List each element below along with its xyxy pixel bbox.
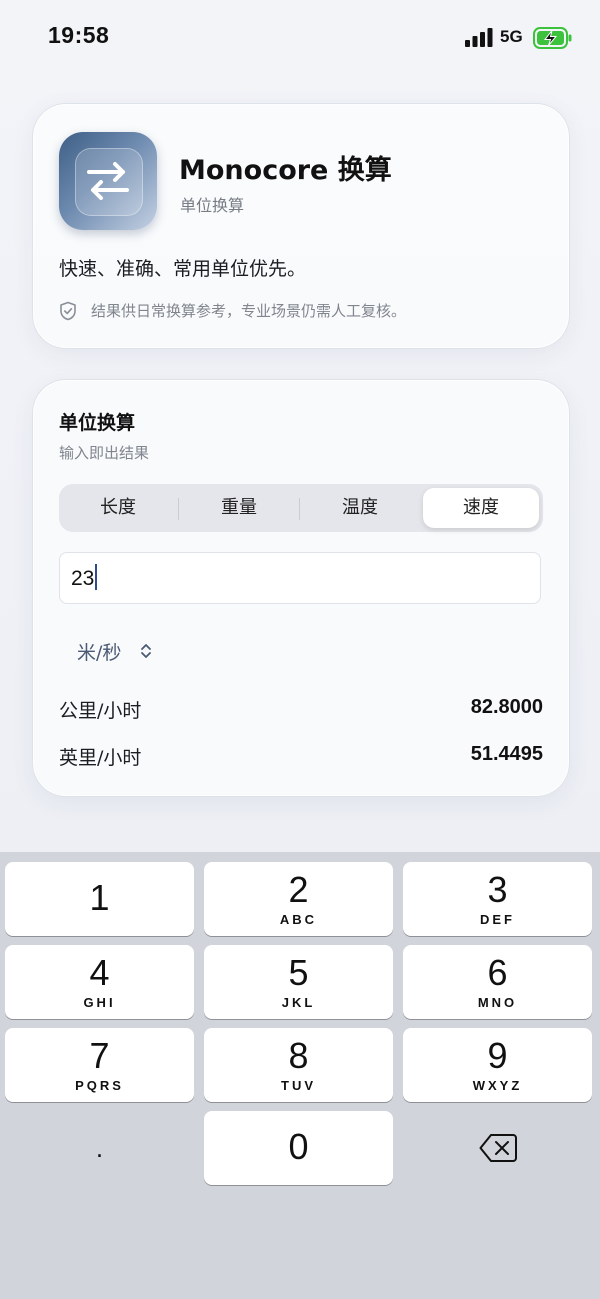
battery-icon	[533, 27, 572, 49]
key-7[interactable]: 7 PQRS	[5, 1028, 194, 1102]
segment-divider	[178, 498, 179, 520]
status-bar: 19:58 5G	[0, 0, 600, 78]
key-letters: WXYZ	[472, 1078, 523, 1093]
result-unit: 英里/小时	[59, 747, 142, 769]
tab-speed[interactable]: 速度	[423, 488, 539, 528]
tab-weight[interactable]: 重量	[180, 488, 298, 528]
input-value: 23	[71, 567, 95, 590]
tagline: 快速、准确、常用单位优先。	[59, 258, 307, 280]
result-unit: 公里/小时	[59, 700, 142, 722]
key-letters: ABC	[279, 912, 318, 927]
value-input[interactable]: 23	[59, 552, 541, 604]
key-letters: GHI	[83, 995, 116, 1010]
swap-arrows-icon	[87, 162, 129, 200]
key-digit: 8	[288, 1035, 309, 1076]
segment-divider	[299, 498, 300, 520]
key-2[interactable]: 2 ABC	[204, 862, 393, 936]
key-letters: TUV	[281, 1078, 316, 1093]
result-row: 公里/小时 82.8000	[59, 696, 543, 724]
section-subtitle: 输入即出结果	[59, 444, 150, 462]
chevron-up-down-icon[interactable]	[139, 642, 153, 660]
category-segmented-control: 长度 重量 温度 速度	[59, 484, 543, 532]
tab-temperature[interactable]: 温度	[301, 488, 419, 528]
key-digit: 1	[89, 877, 110, 918]
from-unit-picker[interactable]: 米/秒	[77, 638, 121, 665]
key-6[interactable]: 6 MNO	[403, 945, 592, 1019]
shield-check-icon	[60, 301, 76, 321]
key-digit: 7	[89, 1035, 110, 1076]
signal-icon	[465, 28, 493, 47]
delete-key[interactable]	[403, 1111, 592, 1185]
tab-length[interactable]: 长度	[59, 488, 177, 528]
key-letters: JKL	[281, 995, 316, 1010]
network-label: 5G	[500, 27, 523, 46]
app-icon	[59, 132, 157, 230]
key-digit: 6	[487, 952, 508, 993]
section-title: 单位换算	[59, 412, 136, 434]
key-digit: 0	[288, 1126, 309, 1167]
text-caret	[95, 564, 98, 591]
key-letters: MNO	[477, 995, 518, 1010]
key-3[interactable]: 3 DEF	[403, 862, 592, 936]
result-value: 51.4495	[470, 743, 543, 765]
key-digit: 2	[288, 869, 309, 910]
key-digit: 5	[288, 952, 309, 993]
key-5[interactable]: 5 JKL	[204, 945, 393, 1019]
key-0[interactable]: 0	[204, 1111, 393, 1185]
key-digit: 9	[487, 1035, 508, 1076]
disclaimer-text: 结果供日常换算参考，专业场景仍需人工复核。	[91, 302, 407, 320]
app-header-card: Monocore 换算 单位换算 快速、准确、常用单位优先。 结果供日常换算参考…	[32, 103, 570, 349]
key-9[interactable]: 9 WXYZ	[403, 1028, 592, 1102]
key-digit: 3	[487, 869, 508, 910]
screen: 19:58 5G Monocore 换算 单位换算 快速、准确、常用单位优先。	[0, 0, 600, 1299]
key-4[interactable]: 4 GHI	[5, 945, 194, 1019]
result-row: 英里/小时 51.4495	[59, 743, 543, 771]
app-title: Monocore 换算	[179, 155, 392, 186]
backspace-icon	[479, 1134, 517, 1162]
key-8[interactable]: 8 TUV	[204, 1028, 393, 1102]
result-value: 82.8000	[470, 696, 543, 718]
key-letters: DEF	[480, 912, 515, 927]
app-subtitle: 单位换算	[180, 196, 245, 215]
converter-card: 单位换算 输入即出结果 长度 重量 温度 速度 23 米/秒 公里/小时 82.…	[32, 379, 570, 797]
key-1[interactable]: 1	[5, 862, 194, 936]
status-time: 19:58	[48, 22, 110, 48]
key-decimal-point[interactable]: .	[5, 1111, 194, 1185]
key-digit: 4	[89, 952, 110, 993]
numeric-keyboard: 1 2 ABC 3 DEF 4 GHI 5 JKL 6 MNO 7 PQRS 8…	[0, 852, 600, 1299]
key-letters: PQRS	[75, 1078, 124, 1093]
